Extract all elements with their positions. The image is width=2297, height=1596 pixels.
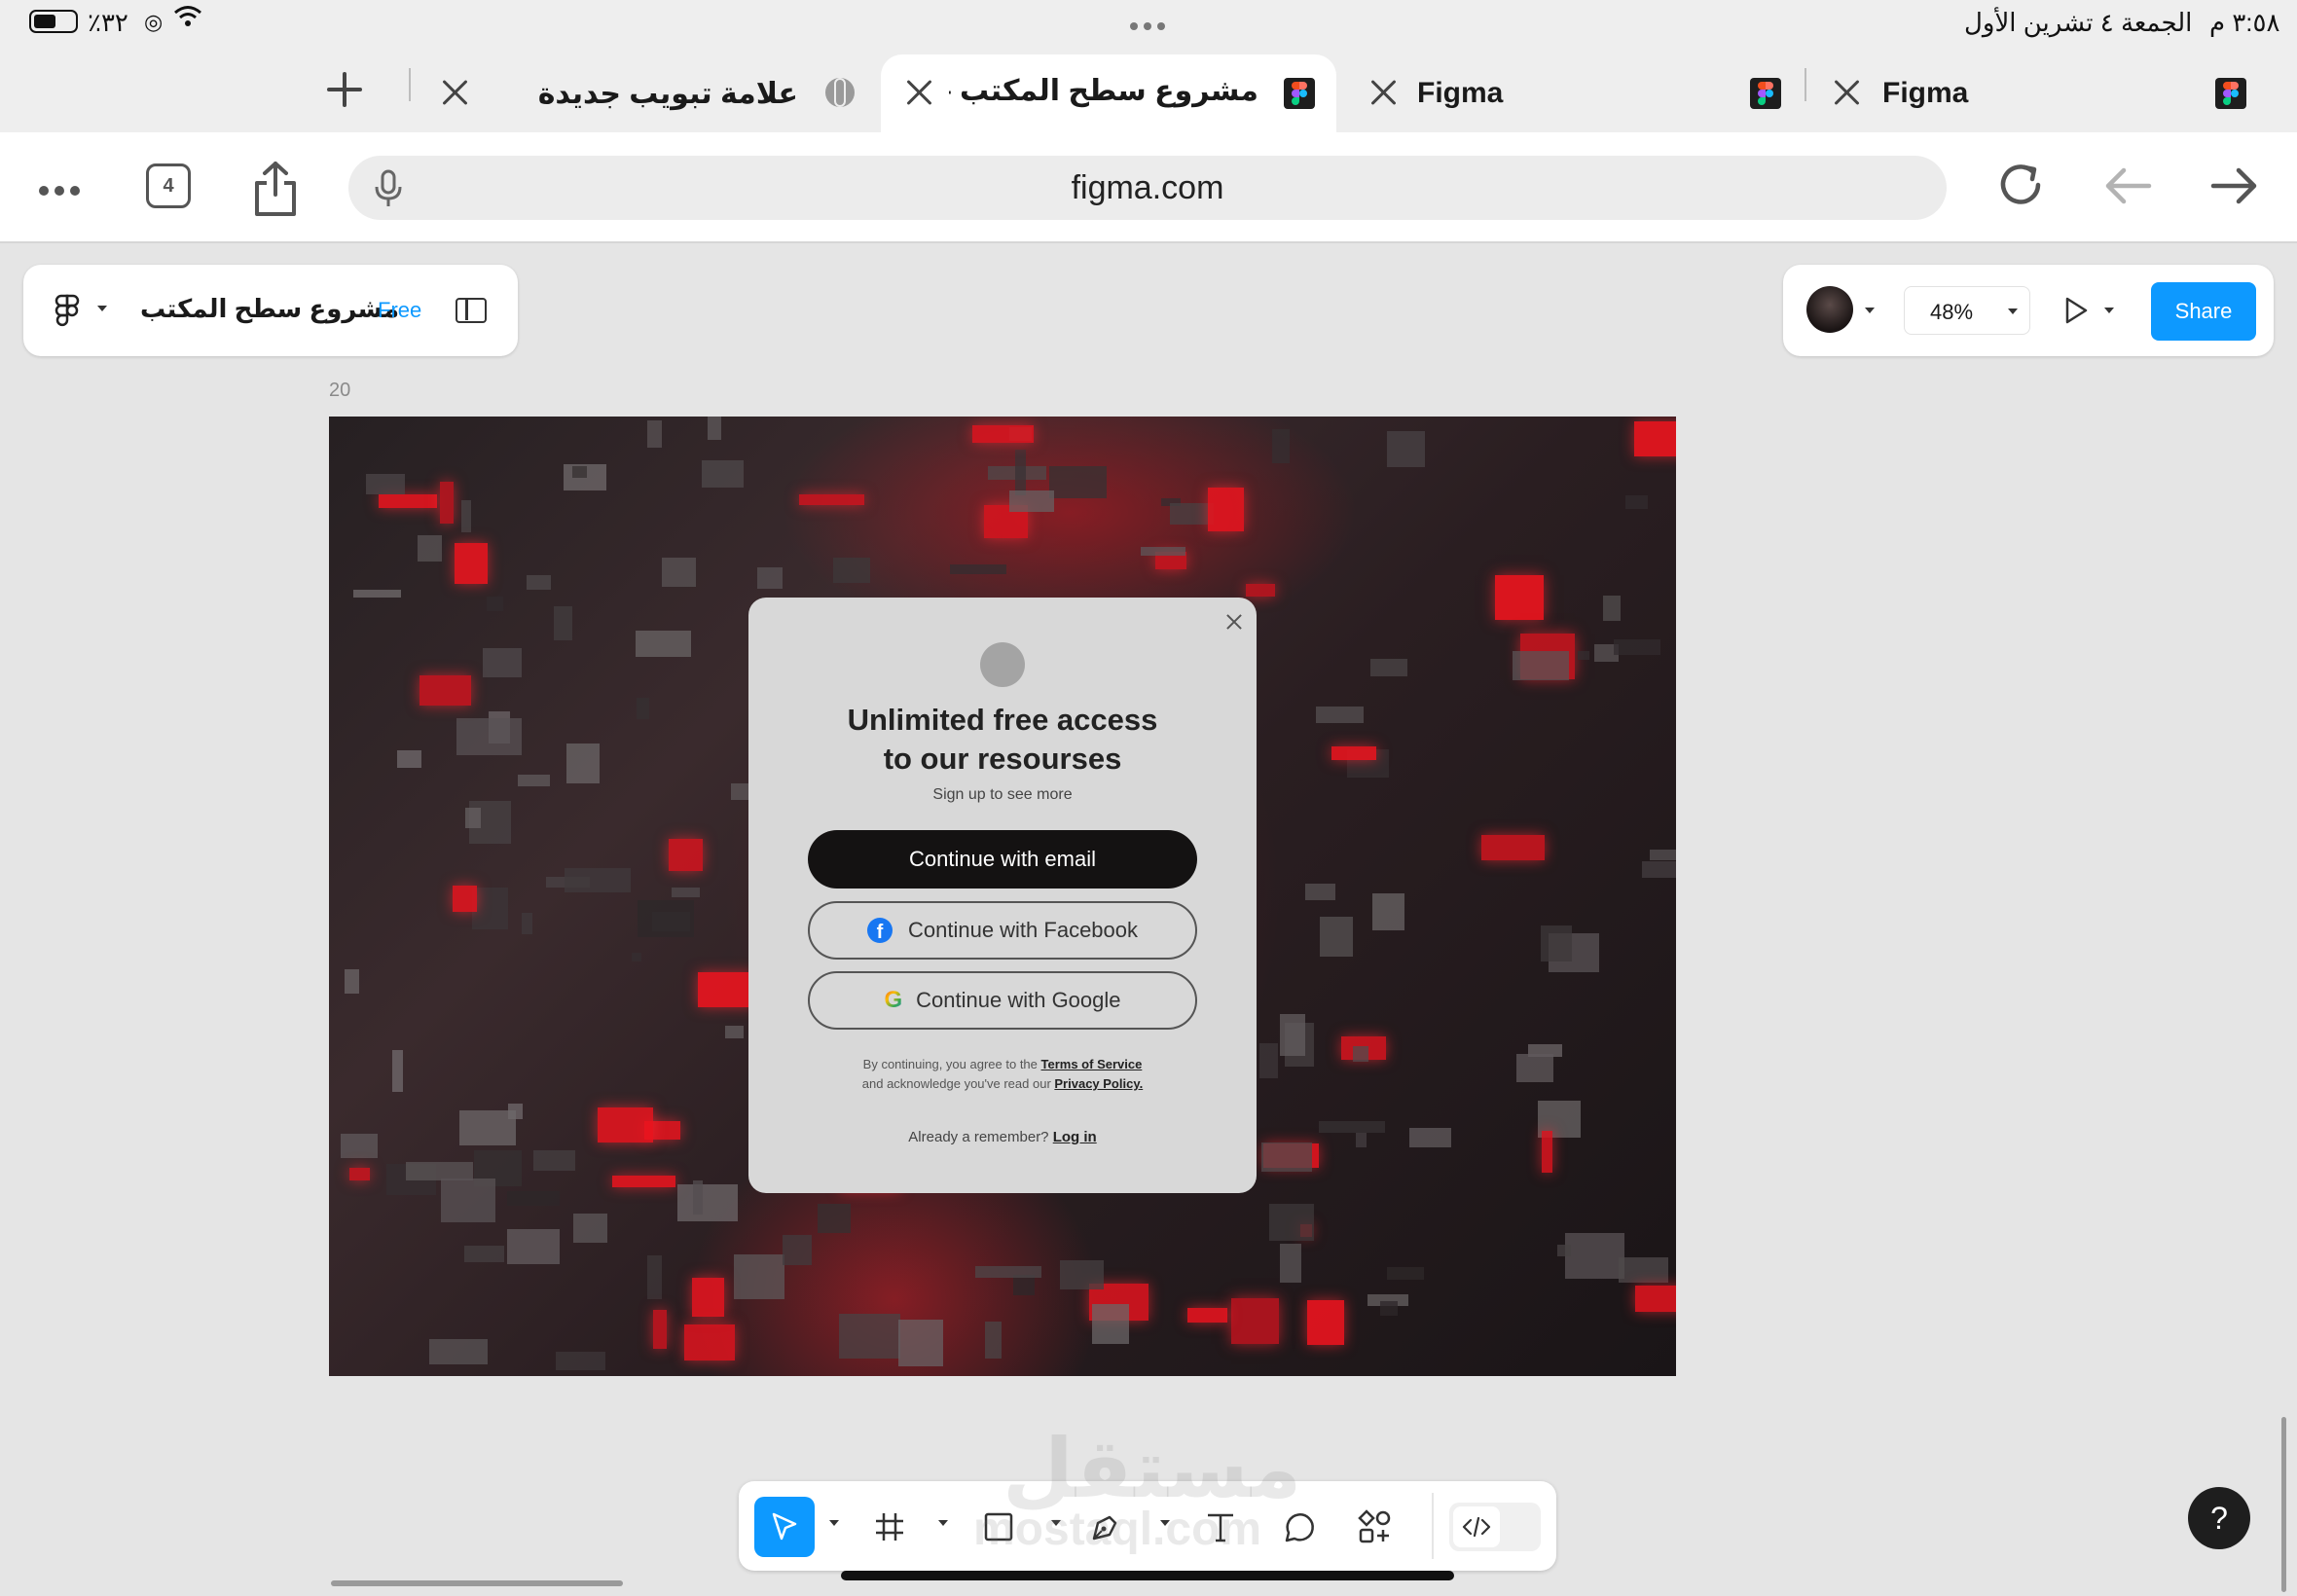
- forward-arrow-icon[interactable]: [2209, 165, 2260, 211]
- tab-new-tab[interactable]: علامة تبويب جديدة: [428, 54, 876, 132]
- collab-header-panel: 48% Share: [1783, 265, 2274, 356]
- continue-google-button[interactable]: G Continue with Google: [808, 971, 1197, 1030]
- resources-tool[interactable]: [1344, 1497, 1404, 1557]
- chevron-down-icon[interactable]: [829, 1520, 839, 1526]
- continue-facebook-button[interactable]: f Continue with Facebook: [808, 901, 1197, 960]
- battery-percent: ٪٣٢: [88, 8, 128, 37]
- chevron-down-icon[interactable]: [938, 1520, 948, 1526]
- close-icon[interactable]: [438, 76, 471, 109]
- file-name[interactable]: مشروع سطح المكتب: [140, 294, 399, 324]
- tab-figma-2[interactable]: Figma: [1816, 54, 2246, 132]
- terms-link[interactable]: Terms of Service: [1041, 1057, 1143, 1071]
- chevron-down-icon[interactable]: [97, 306, 107, 311]
- modal-title-line1: Unlimited free access: [847, 703, 1158, 737]
- cursor-arrow-icon: [772, 1512, 797, 1541]
- horizontal-scrollbar[interactable]: [331, 1580, 623, 1586]
- reload-icon[interactable]: [1995, 160, 2046, 215]
- wifi-icon: [173, 4, 202, 36]
- status-time: ٣:٥٨ م: [2209, 8, 2280, 37]
- figma-menu-icon[interactable]: [55, 294, 80, 334]
- address-bar[interactable]: figma.com: [348, 156, 1947, 220]
- close-icon[interactable]: [1367, 76, 1400, 109]
- chevron-down-icon[interactable]: [2104, 308, 2114, 313]
- tab-desktop-project[interactable]: مشروع سطح المكتب – Figma: [881, 54, 1336, 132]
- tab-label: Figma: [1882, 77, 1969, 109]
- tab-label: Figma: [1417, 77, 1504, 109]
- sidebar-toggle-icon[interactable]: [456, 298, 487, 323]
- vertical-scrollbar[interactable]: [2281, 1417, 2286, 1592]
- tab-count-button[interactable]: 4: [146, 163, 191, 208]
- url-text: figma.com: [1071, 168, 1224, 206]
- close-icon[interactable]: [1223, 611, 1245, 633]
- watermark-latin: mostaql.com: [973, 1504, 1262, 1555]
- chevron-down-icon[interactable]: [1865, 308, 1875, 313]
- tab-label: مشروع سطح المكتب – Figma: [949, 75, 1258, 107]
- tab-label: علامة تبويب جديدة: [537, 77, 798, 110]
- facebook-icon: f: [866, 918, 893, 943]
- status-bar: ٪٣٢ ◎ الجمعة ٤ تشرين الأول ٣:٥٨ م: [0, 0, 2297, 45]
- frame-label[interactable]: 20: [329, 380, 350, 402]
- frame-hash-icon: [876, 1513, 903, 1541]
- design-frame[interactable]: Unlimited free access to our resourses S…: [329, 417, 1676, 1376]
- figma-favicon-icon: [1750, 78, 1781, 109]
- google-label: Continue with Google: [916, 988, 1121, 1012]
- help-button[interactable]: ?: [2188, 1487, 2250, 1549]
- browser-toolbar: 4 figma.com: [0, 132, 2297, 243]
- google-icon: G: [884, 987, 903, 1013]
- login-prompt: Already a remember? Log in: [908, 1129, 1097, 1145]
- close-icon[interactable]: [902, 76, 935, 109]
- share-button[interactable]: Share: [2151, 282, 2256, 341]
- close-icon[interactable]: [1830, 76, 1863, 109]
- dev-mode-toggle[interactable]: [1449, 1503, 1541, 1551]
- code-icon: [1453, 1506, 1500, 1547]
- zoom-dropdown[interactable]: 48%: [1904, 286, 2030, 335]
- back-arrow-icon[interactable]: [2102, 165, 2153, 211]
- figma-favicon-icon: [1284, 78, 1315, 109]
- new-tab-button[interactable]: [325, 70, 364, 109]
- chevron-down-icon: [2008, 308, 2018, 314]
- lock-rotation-icon: ◎: [144, 10, 164, 34]
- terms-line-2: and acknowledge you've read our Privacy …: [861, 1076, 1144, 1091]
- figma-favicon-icon: [2215, 78, 2246, 109]
- login-link[interactable]: Log in: [1053, 1129, 1097, 1145]
- terms-line-1: By continuing, you agree to the Terms of…: [862, 1057, 1143, 1071]
- file-header-panel: مشروع سطح المكتب Free: [23, 265, 518, 356]
- continue-email-button[interactable]: Continue with email: [808, 830, 1197, 889]
- modal-title-line2: to our resourses: [883, 742, 1122, 776]
- battery-icon: [29, 10, 78, 33]
- home-indicator: [841, 1571, 1454, 1580]
- microphone-icon[interactable]: [372, 169, 405, 217]
- move-tool[interactable]: [754, 1497, 815, 1557]
- globe-icon: [825, 78, 855, 107]
- components-icon: [1358, 1509, 1391, 1543]
- logo-placeholder: [980, 642, 1025, 687]
- multitasking-dots-icon[interactable]: [1127, 18, 1168, 35]
- facebook-label: Continue with Facebook: [907, 918, 1139, 942]
- zoom-value: 48%: [1930, 300, 1974, 324]
- modal-subtitle: Sign up to see more: [932, 786, 1073, 803]
- privacy-link[interactable]: Privacy Policy.: [1054, 1076, 1143, 1091]
- plan-badge[interactable]: Free: [378, 298, 421, 323]
- tab-bar: علامة تبويب جديدة مشروع سطح المكتب – Fig…: [0, 45, 2297, 132]
- frame-tool[interactable]: [859, 1497, 920, 1557]
- signup-modal[interactable]: Unlimited free access to our resourses S…: [748, 598, 1257, 1193]
- present-play-icon[interactable]: [2063, 296, 2089, 330]
- more-options-icon[interactable]: [39, 183, 80, 200]
- share-icon[interactable]: [251, 160, 300, 223]
- status-date: الجمعة ٤ تشرين الأول: [1964, 8, 2193, 37]
- avatar[interactable]: [1806, 286, 1853, 333]
- tab-figma-1[interactable]: Figma: [1353, 54, 1781, 132]
